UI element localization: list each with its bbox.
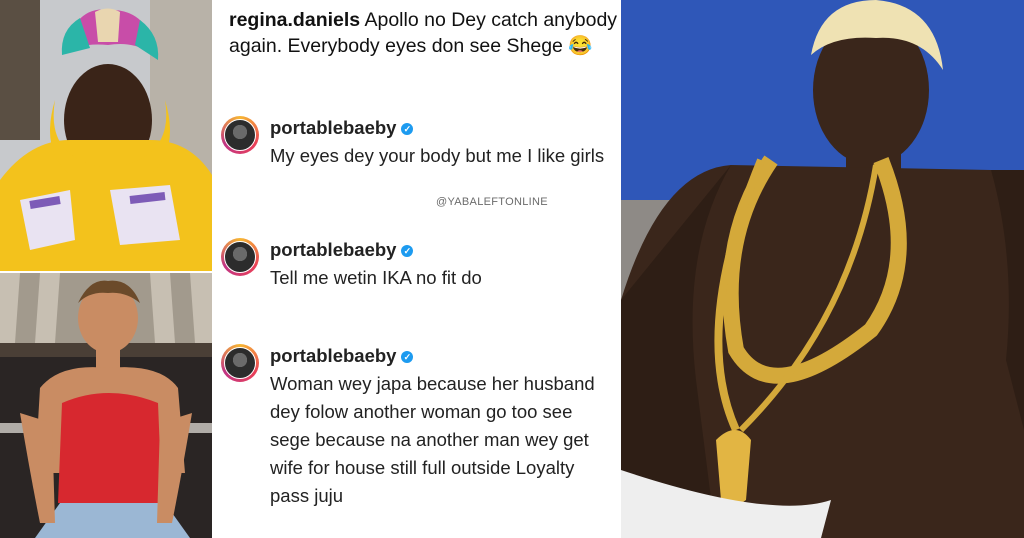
avatar[interactable]	[221, 238, 259, 276]
photo-man-yellow-hoodie	[0, 0, 212, 271]
verified-badge-icon: ✓	[401, 351, 414, 363]
photo-man-gold-chains	[621, 0, 1024, 538]
comment-text: Woman wey japa because her husband dey f…	[270, 373, 595, 506]
comment-username[interactable]: portablebaeby ✓	[270, 116, 414, 140]
comment-username[interactable]: portablebaeby ✓	[270, 238, 414, 262]
photo-woman-red-top	[0, 273, 212, 538]
comments-panel: regina.daniels Apollo no Dey catch anybo…	[213, 0, 620, 538]
photo-woman-red-top-art	[0, 273, 212, 538]
comment-username[interactable]: portablebaeby ✓	[270, 344, 414, 368]
watermark: @YABALEFTONLINE	[436, 196, 548, 208]
avatar[interactable]	[221, 344, 259, 382]
avatar[interactable]	[221, 116, 259, 154]
comment-text: My eyes dey your body but me I like girl…	[270, 145, 605, 166]
caption-username[interactable]: regina.daniels	[229, 9, 360, 31]
post-caption: regina.daniels Apollo no Dey catch anybo…	[229, 7, 619, 59]
comment-text: Tell me wetin IKA no fit do	[270, 267, 482, 288]
photo-man-yellow-hoodie-art	[0, 0, 212, 271]
photo-man-gold-chains-art	[621, 0, 1024, 538]
verified-badge-icon: ✓	[401, 123, 414, 135]
verified-badge-icon: ✓	[401, 245, 414, 257]
